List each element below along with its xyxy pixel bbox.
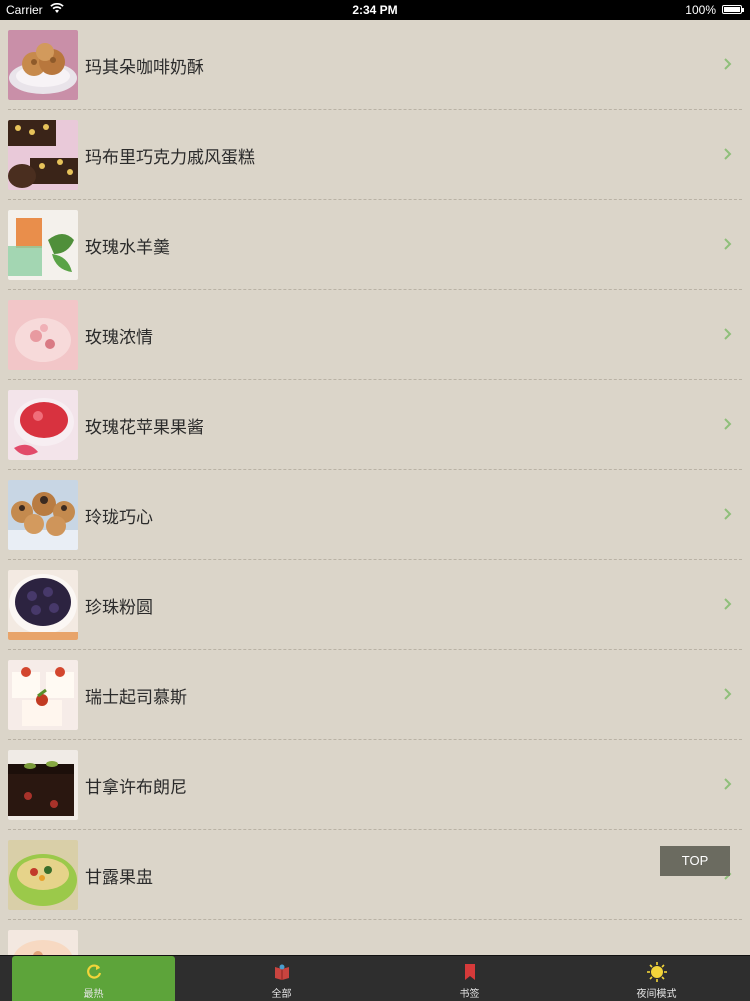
melon-cup-thumbnail xyxy=(8,840,78,910)
chevron-right-icon xyxy=(724,148,732,160)
chevron-right-icon xyxy=(724,238,732,250)
recipe-row[interactable]: 玫瑰花苹果果酱 xyxy=(8,380,742,470)
tab-label: 全部 xyxy=(271,989,292,1000)
chevron-right-icon xyxy=(724,328,732,340)
tab-label: 夜间模式 xyxy=(636,989,677,1000)
sun-icon xyxy=(646,962,667,982)
book-icon xyxy=(274,964,289,980)
recipe-title: 珍珠粉圆 xyxy=(85,598,153,618)
recipe-row[interactable]: 甘露果盅 xyxy=(8,830,742,920)
recipe-title: 玲珑巧心 xyxy=(85,508,153,528)
chevron-right-icon xyxy=(724,688,732,700)
cookie-plate-thumbnail xyxy=(8,30,78,100)
brownie-thumbnail xyxy=(8,750,78,820)
chevron-right-icon xyxy=(724,58,732,70)
chevron-right-icon xyxy=(724,598,732,610)
recipe-row[interactable]: 玲珑巧心 xyxy=(8,470,742,560)
recipe-title: 甘露果盅 xyxy=(85,868,153,888)
rose-drink-thumbnail xyxy=(8,300,78,370)
tab-bar: 最热 全部 书签 夜间模式 xyxy=(0,955,750,1001)
tab-label: 最热 xyxy=(83,989,104,1000)
cream-puff-thumbnail xyxy=(8,480,78,550)
recipe-row[interactable]: 玛其朵咖啡奶酥 xyxy=(8,20,742,110)
chocolate-cupcake-thumbnail xyxy=(8,120,78,190)
battery-percentage: 100% xyxy=(685,3,716,17)
tab-hottest[interactable]: 最热 xyxy=(12,956,175,1001)
recipe-row[interactable]: 玫瑰水羊羹 xyxy=(8,200,742,290)
tab-night-mode[interactable]: 夜间模式 xyxy=(575,956,738,1001)
tapioca-bowl-thumbnail xyxy=(8,570,78,640)
recipe-title: 甘拿许布朗尼 xyxy=(85,778,187,798)
tab-all[interactable]: 全部 xyxy=(200,956,363,1001)
tab-label: 书签 xyxy=(459,989,480,1000)
recipe-row[interactable]: 玛布里巧克力戚风蛋糕 xyxy=(8,110,742,200)
scroll-to-top-button[interactable]: TOP xyxy=(660,846,730,876)
recipe-title: 玫瑰花苹果果酱 xyxy=(85,418,204,438)
bookmark-icon xyxy=(464,964,475,980)
chevron-right-icon xyxy=(724,778,732,790)
status-time: 2:34 PM xyxy=(352,3,398,17)
recipe-row[interactable]: 玫瑰浓情 xyxy=(8,290,742,380)
rose-jam-thumbnail xyxy=(8,390,78,460)
cheese-mousse-thumbnail xyxy=(8,660,78,730)
battery-icon xyxy=(722,5,744,14)
refresh-icon xyxy=(86,964,101,979)
recipe-row[interactable]: 珍珠粉圆 xyxy=(8,560,742,650)
status-bar: Carrier 2:34 PM 100% xyxy=(0,0,750,20)
recipe-row[interactable]: 甘拿许布朗尼 xyxy=(8,740,742,830)
recipe-row[interactable] xyxy=(8,920,742,955)
chevron-right-icon xyxy=(724,418,732,430)
recipe-title: 玫瑰水羊羹 xyxy=(85,238,170,258)
rose-jelly-thumbnail xyxy=(8,210,78,280)
recipe-title: 玛其朵咖啡奶酥 xyxy=(85,58,204,78)
tab-bookmarks[interactable]: 书签 xyxy=(388,956,551,1001)
recipe-row[interactable]: 瑞士起司慕斯 xyxy=(8,650,742,740)
recipe-title: 玛布里巧克力戚风蛋糕 xyxy=(85,148,255,168)
recipe-list[interactable]: 玛其朵咖啡奶酥 玛布里巧克力戚风蛋糕 玫瑰水羊羹 玫瑰浓情 玫瑰花苹果果酱 玲珑… xyxy=(0,20,750,955)
partial-dessert-thumbnail xyxy=(8,930,78,955)
recipe-title: 瑞士起司慕斯 xyxy=(85,688,187,708)
recipe-title: 玫瑰浓情 xyxy=(85,328,153,348)
chevron-right-icon xyxy=(724,508,732,520)
